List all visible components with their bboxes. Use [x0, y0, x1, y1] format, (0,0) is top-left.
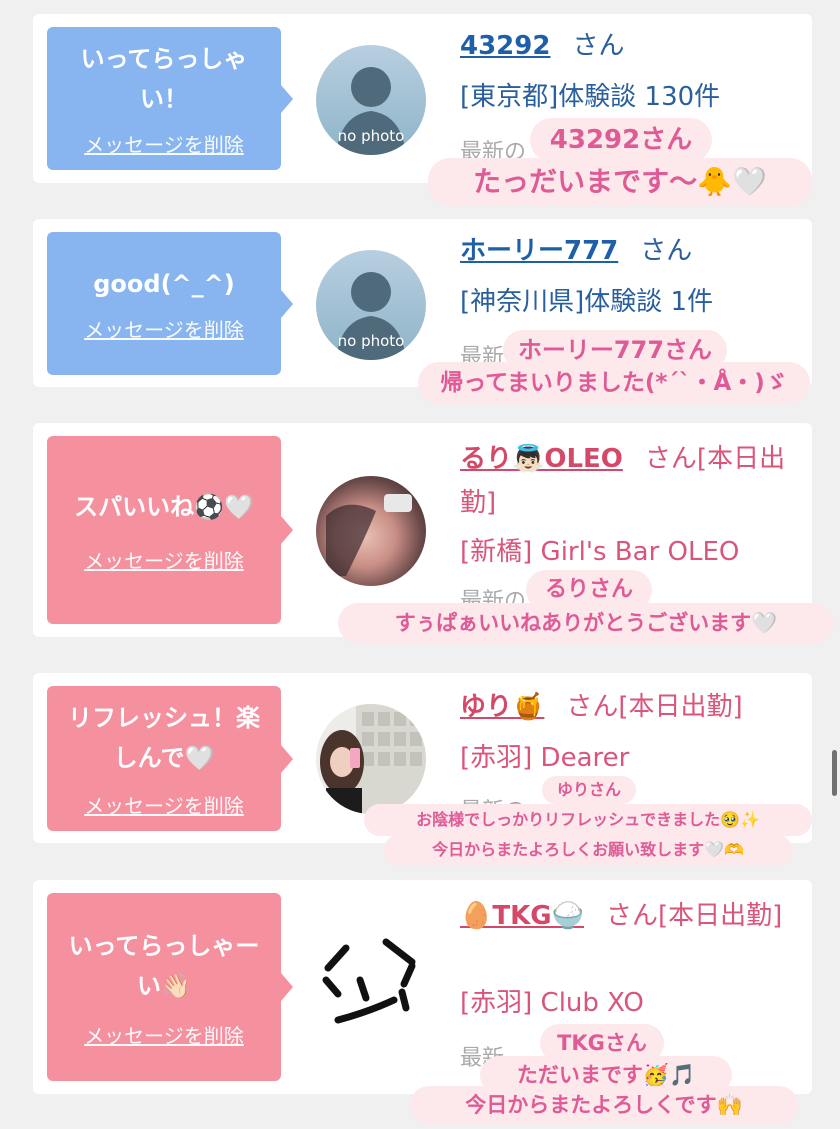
- message-text: リフレッシュ！楽しんで🤍: [68, 704, 260, 772]
- shop-info: [東京都]体験談 130件: [460, 82, 721, 112]
- message-text: いってらっしゃーい👋🏻: [68, 931, 260, 1000]
- message-text: スパいいね⚽🤍: [74, 492, 254, 521]
- message-text: いってらっしゃい！: [80, 45, 248, 113]
- name-line: 43292 さん: [460, 24, 792, 68]
- profile-photo: [326, 494, 412, 576]
- honorific: さん: [572, 31, 625, 61]
- overlay-caption: 今日からまたよろしくです🙌: [410, 1086, 798, 1124]
- profile-photo: [320, 704, 426, 814]
- overlay-caption: 今日からまたよろしくお願い致します🤍🫶: [384, 834, 792, 866]
- honorific: さん[本日出勤]: [566, 692, 743, 722]
- avatar[interactable]: no photo: [316, 45, 426, 155]
- honorific: さん: [640, 236, 693, 266]
- delete-message-link[interactable]: メッセージを削除: [84, 1020, 244, 1049]
- overlay-caption: 帰ってまいりました(*´`・Å・)ゞ: [418, 362, 810, 404]
- delete-message-link[interactable]: メッセージを削除: [84, 790, 244, 819]
- no-photo-label: no photo: [337, 332, 405, 350]
- name-line: 🥚TKG🍚 さん[本日出勤]: [460, 894, 792, 938]
- message-bubble: スパいいね⚽🤍 メッセージを削除: [47, 436, 293, 624]
- doodle-face-icon: [322, 938, 416, 1024]
- name-line: ゆり🍯 さん[本日出勤]: [460, 685, 792, 729]
- scrollbar-thumb[interactable]: [832, 750, 837, 796]
- message-bubble: いってらっしゃい！ メッセージを削除: [47, 27, 293, 170]
- no-photo-label: no photo: [337, 127, 405, 145]
- avatar[interactable]: [316, 476, 426, 586]
- avatar[interactable]: no photo: [316, 250, 426, 360]
- message-bubble: good(^_^) メッセージを削除: [47, 232, 293, 375]
- name-line: ホーリー777 さん: [460, 229, 792, 273]
- overlay-caption: お陰様でしっかりリフレッシュできました🥹✨: [364, 804, 812, 836]
- user-name-link[interactable]: 43292: [460, 31, 550, 61]
- message-bubble: いってらっしゃーい👋🏻 メッセージを削除: [47, 893, 293, 1081]
- delete-message-link[interactable]: メッセージを削除: [84, 314, 244, 343]
- overlay-caption: ゆりさん: [542, 776, 636, 804]
- delete-message-link[interactable]: メッセージを削除: [84, 545, 244, 574]
- shop-info: [赤羽] Dearer: [460, 743, 630, 773]
- shop-info: [赤羽] Club XO: [460, 988, 644, 1018]
- avatar[interactable]: [316, 704, 426, 814]
- message-bubble: リフレッシュ！楽しんで🤍 メッセージを削除: [47, 686, 293, 831]
- shop-info: [新橋] Girl's Bar OLEO: [460, 537, 740, 567]
- honorific: さん[本日出勤]: [605, 901, 783, 931]
- user-name-link[interactable]: るり👼🏻OLEO: [460, 444, 623, 474]
- overlay-caption: たっだいまです〜🐥🤍: [428, 158, 812, 206]
- shop-info: [神奈川県]体験談 1件: [460, 287, 714, 317]
- user-name-link[interactable]: ゆり🍯: [460, 692, 544, 722]
- user-name-link[interactable]: ホーリー777: [460, 236, 618, 266]
- overlay-caption: すぅぱぁいいねありがとうございます🤍: [338, 603, 834, 643]
- avatar[interactable]: [316, 928, 426, 1038]
- delete-message-link[interactable]: メッセージを削除: [84, 129, 244, 158]
- message-text: good(^_^): [93, 270, 235, 298]
- user-name-link[interactable]: 🥚TKG🍚: [460, 901, 584, 931]
- overlay-caption: 43292さん: [530, 118, 712, 162]
- name-line: るり👼🏻OLEO さん[本日出勤]: [460, 437, 792, 525]
